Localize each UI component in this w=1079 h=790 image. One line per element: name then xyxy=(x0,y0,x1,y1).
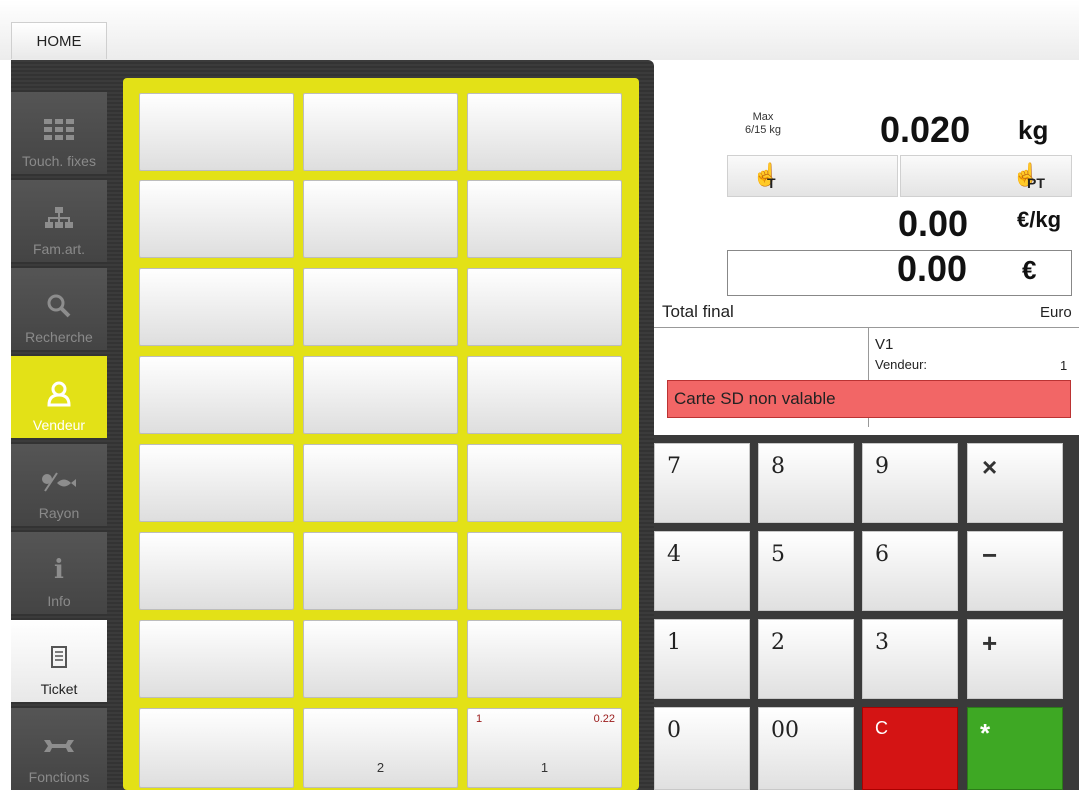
grid-icon xyxy=(44,115,74,145)
sidebar-item-info[interactable]: i Info xyxy=(11,532,107,614)
product-button[interactable] xyxy=(303,620,458,698)
preset-tare-button[interactable]: ☝ PT xyxy=(900,155,1072,197)
user-icon xyxy=(46,379,72,409)
sidebar-item-rayon[interactable]: Rayon xyxy=(11,444,107,526)
product-label: 1 xyxy=(540,760,549,775)
sidebar-item-vendeur[interactable]: Vendeur xyxy=(11,356,107,438)
product-button[interactable] xyxy=(303,532,458,610)
vendor-value: 1 xyxy=(1060,358,1068,373)
product-quantity: 1 xyxy=(476,713,483,725)
tare-button[interactable]: ☝ T xyxy=(727,155,898,197)
product-button[interactable] xyxy=(467,268,622,346)
product-button[interactable] xyxy=(139,180,294,258)
total-value: 0.00 xyxy=(897,248,968,289)
key-6[interactable]: 6 xyxy=(862,531,958,611)
search-icon xyxy=(46,291,72,321)
preset-tare-label: PT xyxy=(1027,175,1045,191)
sidebar-item-recherche[interactable]: Recherche xyxy=(11,268,107,350)
product-button[interactable] xyxy=(139,444,294,522)
product-button[interactable] xyxy=(467,180,622,258)
key-3[interactable]: 3 xyxy=(862,619,958,699)
product-button-1[interactable]: 1 0.22 1 xyxy=(467,708,622,788)
product-button[interactable] xyxy=(467,620,622,698)
minus-key[interactable]: − xyxy=(967,531,1063,611)
price-per-kg-unit: €/kg xyxy=(1017,207,1062,232)
top-bar xyxy=(0,0,1079,60)
product-price: 0.22 xyxy=(593,713,615,725)
total-unit: € xyxy=(1022,255,1037,285)
plus-key[interactable]: + xyxy=(967,619,1063,699)
product-button[interactable] xyxy=(303,180,458,258)
key-5[interactable]: 5 xyxy=(758,531,854,611)
product-button-2[interactable]: 2 xyxy=(303,708,458,788)
weight-value: 0.020 xyxy=(880,109,971,150)
key-4[interactable]: 4 xyxy=(654,531,750,611)
info-icon: i xyxy=(54,555,64,585)
weight-unit: kg xyxy=(1018,115,1049,145)
product-button[interactable] xyxy=(467,444,622,522)
product-button[interactable] xyxy=(467,532,622,610)
sidebar-item-label: Fam.art. xyxy=(32,241,86,257)
max-range: 6/15 kg xyxy=(744,124,782,136)
vendor-code: V1 xyxy=(875,336,894,353)
product-button[interactable] xyxy=(139,620,294,698)
home-tab[interactable]: HOME xyxy=(11,22,107,59)
product-button[interactable] xyxy=(139,708,294,788)
key-00[interactable]: 00 xyxy=(758,707,854,790)
product-button[interactable] xyxy=(139,93,294,171)
hierarchy-icon xyxy=(45,203,73,233)
meat-fish-icon xyxy=(41,467,77,497)
sidebar-item-fonctions[interactable]: Fonctions xyxy=(11,708,107,790)
product-button[interactable] xyxy=(303,444,458,522)
key-1[interactable]: 1 xyxy=(654,619,750,699)
sidebar-item-label: Vendeur xyxy=(32,417,86,433)
tare-label: T xyxy=(767,175,776,191)
sidebar-item-label: Ticket xyxy=(40,681,78,697)
product-label: 2 xyxy=(376,760,385,775)
sidebar-item-label: Rayon xyxy=(38,505,80,521)
vendor-label: Vendeur: xyxy=(875,357,928,372)
key-7[interactable]: 7 xyxy=(654,443,750,523)
max-capacity: Max 6/15 kg xyxy=(728,111,798,137)
error-message[interactable]: Carte SD non valable xyxy=(667,380,1071,418)
product-button[interactable] xyxy=(303,93,458,171)
product-button[interactable] xyxy=(467,93,622,171)
product-button[interactable] xyxy=(139,532,294,610)
multiply-key[interactable]: × xyxy=(967,443,1063,523)
sidebar-item-fam-art[interactable]: Fam.art. xyxy=(11,180,107,262)
sidebar-item-label: Info xyxy=(47,593,71,609)
product-button[interactable] xyxy=(303,268,458,346)
sidebar-item-ticket[interactable]: Ticket xyxy=(11,620,107,702)
divider xyxy=(654,327,1079,328)
total-final-label: Total final xyxy=(662,302,734,321)
sidebar-item-touch-fixes[interactable]: Touch. fixes xyxy=(11,92,107,174)
clear-key[interactable]: C xyxy=(862,707,958,790)
key-8[interactable]: 8 xyxy=(758,443,854,523)
product-button[interactable] xyxy=(139,268,294,346)
product-button[interactable] xyxy=(467,356,622,434)
sidebar-item-label: Fonctions xyxy=(28,769,90,785)
enter-key[interactable]: * xyxy=(967,707,1063,790)
price-per-kg-value: 0.00 xyxy=(898,203,969,244)
sidebar-item-label: Touch. fixes xyxy=(22,153,96,169)
key-0[interactable]: 0 xyxy=(654,707,750,790)
product-button[interactable] xyxy=(303,356,458,434)
wrench-icon xyxy=(44,731,74,761)
sidebar-item-label: Recherche xyxy=(25,329,93,345)
key-2[interactable]: 2 xyxy=(758,619,854,699)
product-button[interactable] xyxy=(139,356,294,434)
max-label: Max xyxy=(752,111,774,123)
receipt-icon xyxy=(50,643,68,673)
key-9[interactable]: 9 xyxy=(862,443,958,523)
currency-label: Euro xyxy=(1040,304,1072,321)
